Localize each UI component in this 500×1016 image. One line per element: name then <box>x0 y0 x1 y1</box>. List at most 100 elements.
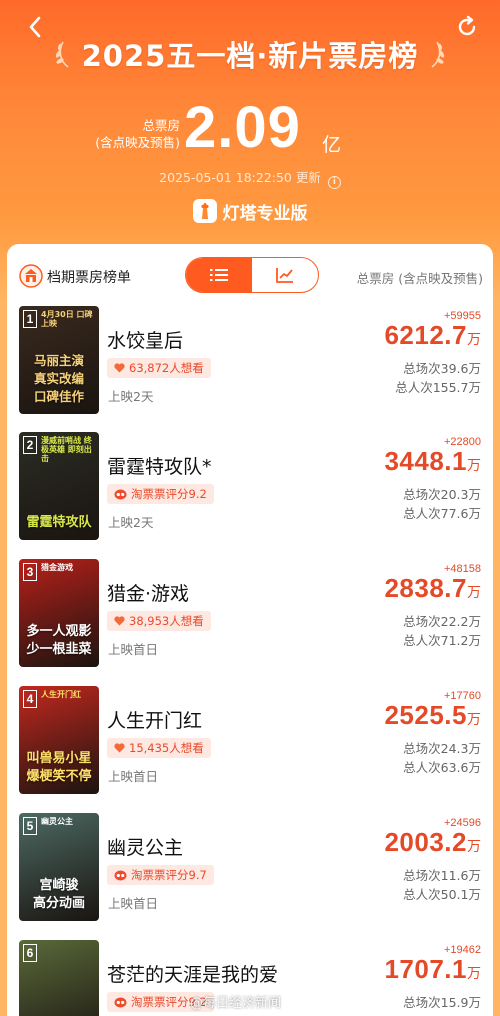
badge-text: 63,872人想看 <box>129 361 204 375</box>
badge-text: 38,953人想看 <box>129 614 204 628</box>
box-office-unit: 万 <box>467 332 481 348</box>
box-office-unit: 万 <box>467 966 481 982</box>
film-badge: 38,953人想看 <box>107 611 211 631</box>
film-badge: 淘票票评分9.7 <box>107 865 214 885</box>
trend-chart-icon <box>276 268 293 283</box>
movie-poster: 4 人生开门红 叫兽易小星爆梗笑不停 <box>19 686 99 794</box>
film-name: 水饺皇后 <box>107 330 184 352</box>
film-name: 雷霆特攻队* <box>107 456 212 478</box>
box-office-unit: 万 <box>467 839 481 855</box>
poster-text: 马丽主演 真实改编 口碑佳作 <box>23 352 95 406</box>
lighthouse-logo-icon <box>192 199 217 223</box>
update-time-row: 2025-05-01 18:22:50 更新 i <box>0 167 500 189</box>
info-icon[interactable]: i <box>327 176 341 189</box>
poster-text: 宫崎骏 高分动画 <box>23 877 95 913</box>
total-viewers: 总人次71.2万 <box>403 633 481 648</box>
rank-badge: 5 <box>23 817 37 835</box>
movie-poster: 1 4月30日 口碑上映 马丽主演 真实改编 口碑佳作 <box>19 306 99 414</box>
total-viewers: 总人次50.1万 <box>403 887 481 902</box>
film-row[interactable]: 4 人生开门红 叫兽易小星 爆梗笑不停 人生开门红 15,435人想看 上映首日 … <box>7 686 493 806</box>
movie-poster: 2 漫威前哨战 终极英雄 即刻出击 雷霆特攻队 <box>19 432 99 540</box>
total-label-line2: (含点映及预售) <box>95 135 180 150</box>
movie-poster: 3 猎金游戏 多一人观影 少一根韭菜 <box>19 559 99 667</box>
poster-line: 雷霆特攻队 <box>26 515 92 530</box>
total-viewers: 总人次63.6万 <box>403 760 481 775</box>
laurel-left-icon <box>55 41 69 68</box>
view-toggle <box>185 257 319 293</box>
film-row[interactable]: 3 猎金游戏 多一人观影 少一根韭菜 猎金·游戏 38,953人想看 上映首日 +… <box>7 559 493 679</box>
brand-name: 灯塔专业版 <box>222 203 308 224</box>
page-title: 2025五一档·新片票房榜 <box>81 39 419 73</box>
rank-badge: 1 <box>23 310 37 328</box>
total-sessions: 总场次11.6万 <box>403 868 481 883</box>
total-unit: 亿 <box>322 134 342 156</box>
film-name: 人生开门红 <box>107 710 203 732</box>
box-office-value: 6212.7 <box>384 320 467 350</box>
box-office-unit: 万 <box>467 458 481 474</box>
total-sessions: 总场次15.9万 <box>403 995 481 1010</box>
poster-line: 叫兽易小星 <box>26 751 92 766</box>
film-name: 苍茫的天涯是我的爱 <box>107 964 279 986</box>
box-office: 2525.5万 <box>384 700 481 731</box>
poster-line: 多一人观影 <box>26 624 92 639</box>
rank-badge: 2 <box>23 436 37 454</box>
total-value: 2.09 <box>184 95 301 160</box>
box-office-value: 1707.1 <box>384 954 467 984</box>
cinema-icon <box>19 264 43 288</box>
film-name: 幽灵公主 <box>107 837 184 859</box>
brand-row: 灯塔专业版 <box>0 196 500 226</box>
taopiaopiao-icon <box>114 997 127 1008</box>
box-office-unit: 万 <box>467 712 481 728</box>
film-row[interactable]: 2 漫威前哨战 终极英雄 即刻出击 雷霆特攻队 雷霆特攻队* 淘票票评分9.2 … <box>7 432 493 552</box>
box-office-unit: 万 <box>467 585 481 601</box>
film-row[interactable]: 1 4月30日 口碑上映 马丽主演 真实改编 口碑佳作 水饺皇后 63,872人想看… <box>7 306 493 426</box>
watermark: @每日经济新闻 <box>190 996 282 1011</box>
poster-tagline: 漫威前哨战 终极英雄 即刻出击 <box>41 436 92 464</box>
poster-line: 宫崎骏 <box>39 878 79 893</box>
total-sessions: 总场次24.3万 <box>403 741 481 756</box>
box-office-value: 2003.2 <box>384 827 467 857</box>
total-viewers: 总人次77.6万 <box>403 506 481 521</box>
box-office: 6212.7万 <box>384 320 481 351</box>
heart-icon <box>114 363 125 373</box>
total-viewers: 总人次155.7万 <box>395 380 481 395</box>
poster-tagline: 猎金游戏 <box>41 563 73 572</box>
poster-text: 叫兽易小星爆梗笑不停 <box>23 750 95 786</box>
poster-line: 口碑佳作 <box>33 389 84 404</box>
movie-poster: 5 幽灵公主 宫崎骏高分动画 <box>19 813 99 921</box>
poster-tagline: 幽灵公主 <box>41 817 73 826</box>
total-sessions: 总场次22.2万 <box>403 614 481 629</box>
header-hero: 2025五一档·新片票房榜 总票房 (含点映及预售) 2.09 亿 2025-0… <box>0 0 500 250</box>
badge-text: 淘票票评分9.2 <box>131 487 207 501</box>
poster-line: 高分动画 <box>32 896 85 911</box>
update-suffix: 更新 <box>295 170 321 185</box>
total-box-office: 总票房 (含点映及预售) 2.09 亿 <box>0 90 500 160</box>
panel-title: 档期票房榜单 <box>47 270 131 286</box>
list-view-button[interactable] <box>186 258 252 292</box>
total-sessions: 总场次20.3万 <box>403 487 481 502</box>
box-office: 2003.2万 <box>384 827 481 858</box>
box-office: 2838.7万 <box>384 573 481 604</box>
panel-header: 档期票房榜单 总票房 (含点映及预售) <box>7 244 493 304</box>
release-days: 上映首日 <box>108 896 159 911</box>
poster-text: 多一人观影 少一根韭菜 <box>23 623 95 659</box>
heart-icon <box>114 743 125 753</box>
list-icon <box>210 269 228 281</box>
rank-badge: 4 <box>23 690 37 708</box>
panel-column-label: 总票房 (含点映及预售) <box>356 271 483 286</box>
heart-icon <box>114 616 125 626</box>
update-time: 2025-05-01 18:22:50 <box>159 170 292 185</box>
poster-tagline: 人生开门红 <box>41 690 81 699</box>
film-row[interactable]: 5 幽灵公主 宫崎骏 高分动画 幽灵公主 淘票票评分9.7 上映首日 +24596… <box>7 813 493 933</box>
box-office-value: 2525.5 <box>384 700 467 730</box>
film-badge: 淘票票评分9.2 <box>107 484 214 504</box>
laurel-right-icon <box>431 41 445 68</box>
badge-text: 15,435人想看 <box>129 741 204 755</box>
total-sessions: 总场次39.6万 <box>403 361 481 376</box>
badge-text: 淘票票评分9.7 <box>131 868 207 882</box>
poster-line: 爆梗笑不停 <box>26 769 92 784</box>
release-days: 上映首日 <box>108 769 159 784</box>
total-label: 总票房 (含点映及预售) <box>90 117 180 151</box>
chart-view-button[interactable] <box>252 258 318 292</box>
release-days: 上映2天 <box>108 515 154 530</box>
